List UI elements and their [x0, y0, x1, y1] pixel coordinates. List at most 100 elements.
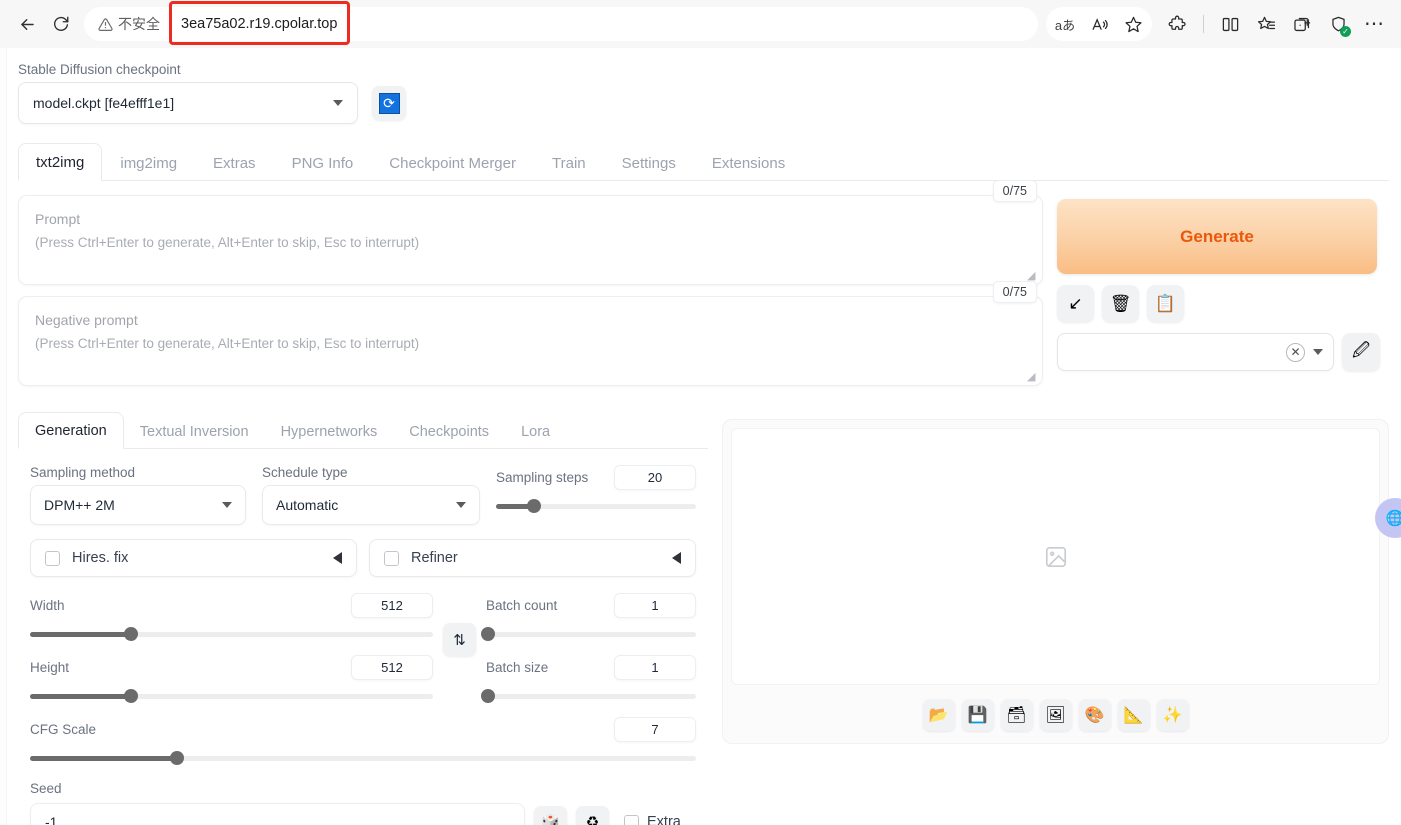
refresh-checkpoints-button[interactable]: ⟳ [372, 86, 406, 120]
save-zip-button[interactable]: 🗃 [1000, 699, 1033, 731]
url-text[interactable]: 3ea75a02.r19.cpolar.top [181, 16, 337, 32]
cfg-scale-slider[interactable] [30, 751, 696, 765]
negative-prompt-input[interactable]: Negative prompt (Press Ctrl+Enter to gen… [18, 296, 1043, 386]
negative-prompt-placeholder-hint: (Press Ctrl+Enter to generate, Alt+Enter… [35, 336, 420, 351]
chevron-left-icon[interactable] [672, 552, 681, 564]
slider-thumb[interactable] [527, 499, 541, 513]
tab-img2img[interactable]: img2img [102, 144, 195, 181]
height-input[interactable]: 512 [351, 655, 433, 680]
batch-size-slider[interactable] [481, 689, 696, 703]
favorite-star-icon[interactable] [1116, 7, 1150, 41]
output-image-area[interactable] [731, 428, 1380, 685]
slider-fill [30, 632, 131, 637]
extra-seed-wrap[interactable]: Extra [624, 814, 681, 825]
resize-grip-icon[interactable]: ◢ [1027, 371, 1039, 383]
slider-fill [30, 694, 131, 699]
slider-thumb[interactable] [123, 689, 138, 703]
chevron-down-icon [1313, 349, 1323, 355]
width-slider[interactable] [30, 627, 433, 641]
sampling-method-label: Sampling method [30, 465, 136, 480]
slider-thumb[interactable] [169, 751, 184, 765]
paste-params-button[interactable]: 📋 [1147, 285, 1184, 322]
shield-check-icon[interactable]: ✓ [1321, 7, 1355, 41]
cfg-scale-input[interactable]: 7 [614, 717, 696, 742]
batch-count-slider[interactable] [481, 627, 696, 641]
tab-train[interactable]: Train [534, 144, 604, 181]
styles-select[interactable]: ✕ [1057, 333, 1334, 371]
chevron-down-icon [456, 502, 466, 508]
tab-checkpoint-merger[interactable]: Checkpoint Merger [371, 144, 534, 181]
hires-fix-accordion[interactable]: Hires. fix [30, 539, 357, 577]
reload-button[interactable] [44, 7, 78, 41]
send-to-extras-button[interactable]: 📐 [1117, 699, 1150, 731]
refiner-accordion[interactable]: Refiner [369, 539, 696, 577]
send-to-img2img-button[interactable]: 🖼 [1039, 699, 1072, 731]
split-screen-icon[interactable] [1213, 7, 1247, 41]
clear-prompt-button[interactable]: 🗑 [1102, 285, 1139, 322]
hires-fix-checkbox[interactable] [45, 550, 60, 566]
reuse-seed-button[interactable]: ♻ [576, 805, 609, 825]
prompt-input[interactable]: Prompt (Press Ctrl+Enter to generate, Al… [18, 195, 1043, 285]
batch-count-input[interactable]: 1 [614, 593, 696, 618]
clear-styles-icon[interactable]: ✕ [1286, 342, 1305, 362]
seed-input[interactable]: -1 [30, 803, 525, 825]
width-input[interactable]: 512 [351, 593, 433, 618]
sampler-row: Sampling method DPM++ 2M Schedule type A… [30, 465, 696, 525]
edit-styles-button[interactable]: 🖉 [1342, 333, 1380, 371]
refresh-icon: ⟳ [378, 92, 400, 114]
tab-settings[interactable]: Settings [604, 144, 694, 181]
restore-progress-button[interactable]: ↙ [1057, 285, 1094, 322]
save-button[interactable]: 💾 [961, 699, 994, 731]
open-folder-button[interactable]: 📂 [922, 699, 955, 731]
shield-status-badge: ✓ [1340, 26, 1351, 37]
back-button[interactable] [10, 7, 44, 41]
read-aloud-icon[interactable] [1082, 7, 1116, 41]
sampling-steps-slider[interactable] [496, 499, 696, 513]
subtab-checkpoints[interactable]: Checkpoints [393, 414, 505, 449]
collections-icon[interactable] [1249, 7, 1283, 41]
prompt-placeholder-title: Prompt [35, 211, 81, 227]
checkpoint-label: Stable Diffusion checkpoint [18, 62, 181, 77]
translate-icon[interactable]: aあ [1048, 7, 1082, 41]
security-indicator[interactable]: 不安全 [98, 14, 160, 34]
tab-txt2img[interactable]: txt2img [18, 143, 103, 181]
warning-triangle-icon [98, 17, 113, 31]
refiner-checkbox[interactable] [384, 550, 399, 566]
sampling-steps-input[interactable]: 20 [614, 465, 696, 490]
browser-essentials-icon[interactable] [1285, 7, 1319, 41]
slider-thumb[interactable] [123, 627, 138, 641]
slider-track [486, 694, 696, 699]
generate-button[interactable]: Generate [1057, 199, 1377, 274]
slider-thumb[interactable] [481, 689, 496, 703]
tab-png-info[interactable]: PNG Info [274, 144, 372, 181]
address-bar[interactable]: 不安全 3ea75a02.r19.cpolar.top [84, 1, 1038, 45]
subtab-textual-inversion[interactable]: Textual Inversion [124, 414, 265, 449]
extensions-icon[interactable] [1160, 7, 1194, 41]
checkpoint-select[interactable]: model.ckpt [fe4efff1e1] [18, 82, 358, 124]
subtab-generation[interactable]: Generation [18, 412, 124, 449]
swap-dimensions-button[interactable]: ⇅ [443, 623, 476, 656]
prompt-token-counter: 0/75 [992, 180, 1037, 202]
extra-seed-checkbox[interactable] [624, 814, 639, 825]
subtab-lora[interactable]: Lora [505, 414, 566, 449]
enhance-button[interactable]: ✨ [1156, 699, 1189, 731]
settings-more-icon[interactable]: ⋯ [1357, 7, 1391, 41]
subtab-hypernetworks[interactable]: Hypernetworks [265, 414, 394, 449]
schedule-type-value: Automatic [276, 497, 339, 513]
height-slider[interactable] [30, 689, 433, 703]
slider-thumb[interactable] [481, 627, 496, 641]
tab-extras[interactable]: Extras [195, 144, 274, 181]
toolbar-divider [1203, 15, 1204, 33]
address-divider [170, 15, 171, 33]
random-seed-button[interactable]: 🎲 [534, 805, 567, 825]
page-left-edge [0, 48, 7, 825]
tab-extensions[interactable]: Extensions [694, 144, 803, 181]
prompt-tools-row: ↙ 🗑 📋 [1057, 285, 1389, 322]
schedule-type-select[interactable]: Automatic [262, 485, 480, 525]
sampling-method-select[interactable]: DPM++ 2M [30, 485, 246, 525]
batch-size-input[interactable]: 1 [614, 655, 696, 680]
accordion-row: Hires. fix Refiner [30, 539, 696, 577]
send-to-inpaint-button[interactable]: 🎨 [1078, 699, 1111, 731]
chevron-down-icon [222, 502, 232, 508]
chevron-left-icon[interactable] [333, 552, 342, 564]
